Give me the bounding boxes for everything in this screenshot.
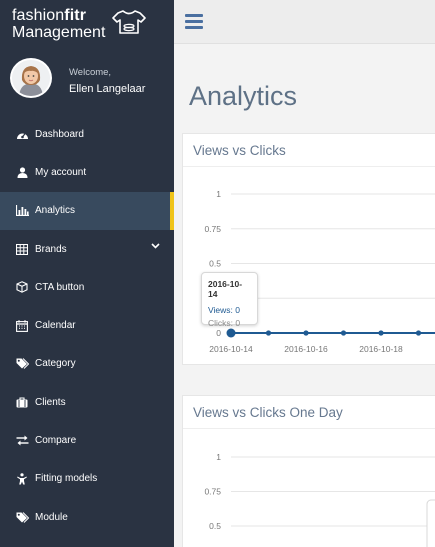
menu-toggle-icon[interactable] (185, 14, 203, 29)
sidebar-item-brands[interactable]: Brands (0, 230, 174, 268)
tooltip-views: Views: 0 (208, 305, 240, 315)
cube-icon (15, 280, 29, 294)
sidebar-item-label: Fitting models (35, 473, 98, 485)
data-point (303, 330, 309, 336)
bar-chart-icon (15, 204, 29, 218)
sidebar-item-compare[interactable]: Compare (0, 421, 174, 459)
sidebar-item-label: CTA button (35, 281, 85, 293)
data-point (340, 330, 347, 336)
exchange-icon (15, 434, 29, 448)
data-point (226, 328, 236, 338)
welcome-text: Welcome, (69, 67, 112, 78)
sidebar-item-my-account[interactable]: My account (0, 153, 174, 191)
views-vs-clicks-one-day-chart[interactable]: 1 0.75 0.5 (183, 396, 435, 547)
briefcase-icon (15, 395, 29, 409)
sidebar-item-cta-button[interactable]: CTA button (0, 268, 174, 306)
sidebar-item-analytics[interactable]: Analytics (0, 191, 174, 231)
views-vs-clicks-card: Views vs Clicks 00.250.50.7512016-10-142… (182, 133, 435, 365)
y-tick-label: 1 (216, 189, 221, 199)
child-icon (15, 472, 29, 486)
brand-logo[interactable]: fashionfitr Management (12, 8, 162, 44)
x-tick-label: 2016-10-18 (359, 344, 403, 354)
y-tick-label: 1 (216, 452, 221, 462)
sidebar-item-label: Clients (35, 396, 66, 408)
chart-tooltip-partial (426, 499, 435, 547)
data-point (378, 330, 384, 336)
tshirt-icon (112, 10, 146, 34)
user-name: Ellen Langelaar (69, 83, 146, 95)
sidebar-item-label: Calendar (35, 320, 76, 332)
top-bar (174, 0, 435, 44)
sidebar-item-label: My account (35, 166, 87, 178)
user-icon (15, 165, 29, 179)
data-point (265, 330, 272, 336)
sidebar-item-label: Dashboard (35, 128, 84, 140)
user-profile: Welcome, Ellen Langelaar (10, 58, 170, 98)
tags-icon (15, 357, 29, 371)
sidebar-item-label: Compare (35, 435, 77, 447)
y-tick-label: 0.5 (209, 521, 221, 531)
sidebar-nav: Dashboard My account Analytics Brands CT… (0, 115, 174, 536)
tooltip-date: 2016-10-14 (208, 279, 243, 299)
data-point (415, 330, 422, 336)
sidebar-item-clients[interactable]: Clients (0, 383, 174, 421)
sidebar-item-label: Analytics (35, 205, 76, 217)
table-icon (15, 242, 29, 256)
y-tick-label: 0 (216, 328, 221, 338)
y-tick-label: 0.5 (209, 259, 221, 269)
views-vs-clicks-one-day-card: Views vs Clicks One Day 1 0.75 0.5 (182, 395, 435, 547)
sidebar-item-dashboard[interactable]: Dashboard (0, 115, 174, 153)
dashboard-icon (15, 127, 29, 141)
sidebar-item-category[interactable]: Category (0, 345, 174, 383)
sidebar-item-module[interactable]: Module (0, 498, 174, 536)
sidebar: fashionfitr Management Welcome, Ellen La… (0, 0, 174, 547)
x-tick-label: 2016-10-16 (284, 344, 328, 354)
chevron-down-icon (151, 243, 160, 249)
avatar[interactable] (10, 58, 52, 98)
page-title: Analytics (189, 81, 298, 111)
sidebar-item-calendar[interactable]: Calendar (0, 306, 174, 344)
sidebar-item-label: Module (35, 511, 68, 523)
chart-tooltip: 2016-10-14 Views: 0 Clicks: 0 (201, 272, 258, 328)
y-tick-label: 0.75 (204, 224, 221, 234)
sidebar-item-fitting-models[interactable]: Fitting models (0, 460, 174, 498)
tags-icon (15, 510, 29, 524)
y-tick-label: 0.75 (204, 487, 221, 497)
x-tick-label: 2016-10-14 (209, 344, 253, 354)
views-vs-clicks-chart[interactable]: 00.250.50.7512016-10-142016-10-162016-10… (183, 134, 435, 366)
calendar-icon (15, 319, 29, 333)
sidebar-item-label: Category (35, 358, 76, 370)
tooltip-clicks: Clicks: 0 (208, 318, 241, 328)
sidebar-item-label: Brands (35, 243, 67, 255)
main-content: Analytics Views vs Clicks 00.250.50.7512… (174, 44, 435, 547)
